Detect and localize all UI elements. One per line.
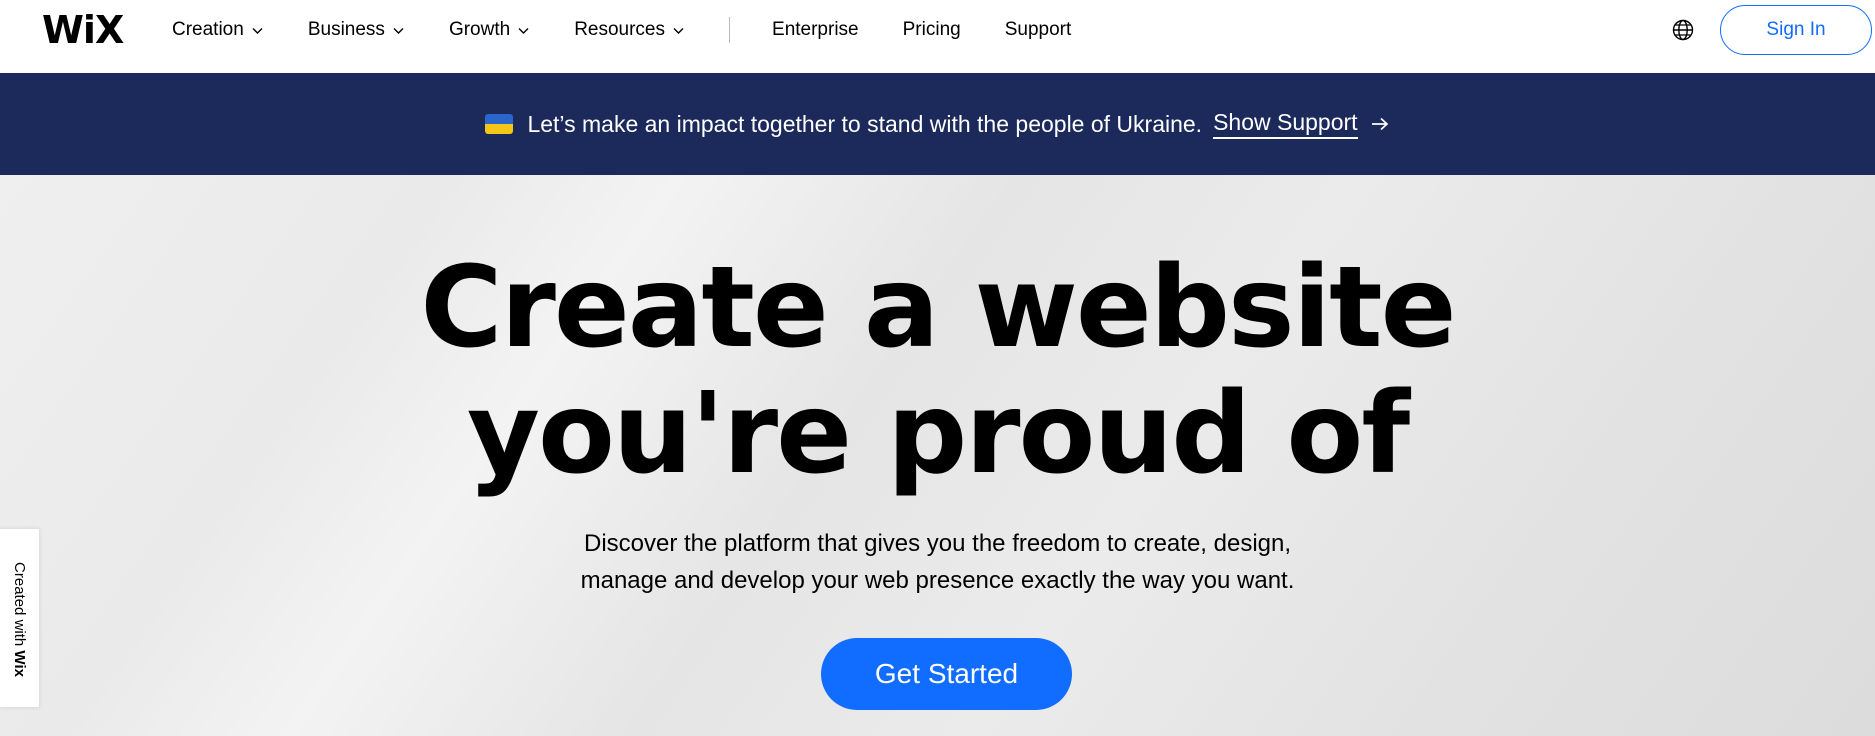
nav-enterprise[interactable]: Enterprise	[772, 19, 859, 41]
nav-resources-label: Resources	[574, 19, 666, 40]
chevron-down-icon	[673, 27, 684, 34]
hero-subtitle: Discover the platform that gives you the…	[0, 525, 1875, 599]
globe-icon[interactable]	[1671, 18, 1695, 42]
nav-support[interactable]: Support	[1005, 19, 1072, 41]
nav-pricing[interactable]: Pricing	[903, 19, 961, 41]
nav-business-label: Business	[307, 19, 385, 40]
badge-brand: Wix	[10, 649, 28, 677]
show-support-link[interactable]: Show Support	[1213, 109, 1358, 139]
badge-text: Created with Wix	[11, 562, 28, 677]
top-nav-bar: WiX Creation Business Growth Resources E…	[0, 0, 1875, 73]
nav-creation-label: Creation	[172, 19, 244, 40]
ukraine-flag-icon	[485, 114, 514, 134]
chevron-down-icon	[518, 27, 529, 34]
nav-business[interactable]: Business	[308, 19, 405, 41]
hero-subtitle-line-2: manage and develop your web presence exa…	[580, 567, 1295, 594]
banner-message: Let’s make an impact together to stand w…	[527, 110, 1203, 137]
hero-title-line-1: Create a website	[420, 243, 1456, 373]
created-with-wix-badge[interactable]: Created with Wix	[0, 528, 40, 708]
sign-in-button[interactable]: Sign In	[1720, 5, 1872, 55]
hero-subtitle-line-1: Discover the platform that gives you the…	[583, 530, 1292, 557]
ukraine-support-banner: Let’s make an impact together to stand w…	[0, 73, 1875, 175]
get-started-button[interactable]: Get Started	[821, 638, 1072, 710]
badge-prefix: Created with	[10, 561, 28, 646]
main-nav: Creation Business Growth Resources Enter…	[172, 17, 1072, 43]
wix-logo[interactable]: WiX	[42, 10, 124, 50]
arrow-right-icon[interactable]	[1370, 116, 1390, 132]
nav-growth[interactable]: Growth	[449, 19, 530, 41]
hero-section: Create a website you're proud of Discove…	[0, 175, 1875, 736]
nav-creation[interactable]: Creation	[172, 19, 264, 41]
hero-title: Create a website you're proud of	[0, 245, 1875, 497]
nav-growth-label: Growth	[448, 19, 511, 40]
nav-resources[interactable]: Resources	[574, 19, 685, 41]
chevron-down-icon	[252, 27, 263, 34]
nav-divider	[729, 17, 731, 43]
hero-title-line-2: you're proud of	[466, 369, 1410, 499]
chevron-down-icon	[393, 27, 404, 34]
